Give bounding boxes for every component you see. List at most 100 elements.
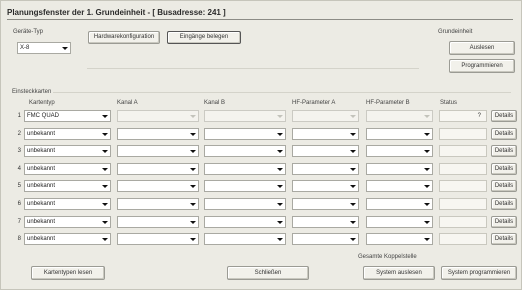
chevron-down-icon[interactable] — [349, 200, 357, 208]
chevron-down-icon[interactable] — [189, 182, 197, 190]
kanal-b-select[interactable] — [204, 128, 286, 140]
kanal-a-select[interactable] — [117, 233, 199, 245]
kanal-a-select[interactable] — [117, 163, 199, 175]
hf-parameter-b-select[interactable] — [366, 198, 433, 210]
kartentyp-value: unbekannt — [27, 166, 56, 172]
hf-parameter-b-select[interactable] — [366, 110, 433, 122]
system-programmieren-button[interactable]: System programmieren — [441, 266, 517, 280]
chevron-down-icon[interactable] — [189, 165, 197, 173]
kanal-a-select[interactable] — [117, 180, 199, 192]
kartentyp-select[interactable]: unbekannt — [24, 163, 111, 175]
chevron-down-icon[interactable] — [349, 182, 357, 190]
hf-parameter-a-select[interactable] — [292, 110, 359, 122]
kanal-a-select[interactable] — [117, 145, 199, 157]
chevron-down-icon[interactable] — [423, 165, 431, 173]
chevron-down-icon[interactable] — [423, 235, 431, 243]
hf-parameter-a-select[interactable] — [292, 128, 359, 140]
chevron-down-icon[interactable] — [276, 130, 284, 138]
chevron-down-icon[interactable] — [189, 147, 197, 155]
system-auslesen-button[interactable]: System auslesen — [363, 266, 435, 280]
kanal-b-select[interactable] — [204, 216, 286, 228]
chevron-down-icon[interactable] — [423, 218, 431, 226]
hf-parameter-b-select[interactable] — [366, 145, 433, 157]
kanal-b-select[interactable] — [204, 163, 286, 175]
chevron-down-icon[interactable] — [101, 165, 109, 173]
kanal-b-select[interactable] — [204, 110, 286, 122]
hf-parameter-b-select[interactable] — [366, 128, 433, 140]
chevron-down-icon[interactable] — [189, 112, 197, 120]
hf-parameter-a-select[interactable] — [292, 233, 359, 245]
chevron-down-icon[interactable] — [276, 147, 284, 155]
chevron-down-icon[interactable] — [276, 182, 284, 190]
hf-parameter-a-select[interactable] — [292, 145, 359, 157]
grundeinheit-programmieren-button[interactable]: Programmieren — [449, 59, 515, 73]
chevron-down-icon[interactable] — [349, 235, 357, 243]
chevron-down-icon[interactable] — [189, 200, 197, 208]
chevron-down-icon[interactable] — [423, 112, 431, 120]
hf-parameter-a-select[interactable] — [292, 198, 359, 210]
chevron-down-icon[interactable] — [349, 218, 357, 226]
chevron-down-icon[interactable] — [349, 165, 357, 173]
hf-parameter-b-select[interactable] — [366, 180, 433, 192]
chevron-down-icon[interactable] — [276, 112, 284, 120]
chevron-down-icon[interactable] — [276, 235, 284, 243]
kartentypen-lesen-button[interactable]: Kartentypen lesen — [31, 266, 105, 280]
kanal-a-select[interactable] — [117, 216, 199, 228]
chevron-down-icon[interactable] — [189, 235, 197, 243]
chevron-down-icon[interactable] — [276, 165, 284, 173]
kanal-b-select[interactable] — [204, 145, 286, 157]
chevron-down-icon[interactable] — [276, 218, 284, 226]
chevron-down-icon[interactable] — [101, 235, 109, 243]
hf-parameter-a-select[interactable] — [292, 163, 359, 175]
details-button[interactable]: Details — [491, 233, 517, 245]
details-button[interactable]: Details — [491, 110, 517, 122]
kanal-a-select[interactable] — [117, 198, 199, 210]
kanal-b-select[interactable] — [204, 180, 286, 192]
chevron-down-icon[interactable] — [349, 112, 357, 120]
details-button[interactable]: Details — [491, 216, 517, 228]
kanal-b-select[interactable] — [204, 233, 286, 245]
kartentyp-select[interactable]: FMC QUAD — [24, 110, 111, 122]
chevron-down-icon[interactable] — [423, 147, 431, 155]
grundeinheit-auslesen-button[interactable]: Auslesen — [449, 41, 515, 55]
kanal-a-select[interactable] — [117, 128, 199, 140]
details-button[interactable]: Details — [491, 180, 517, 192]
hf-parameter-a-select[interactable] — [292, 216, 359, 228]
chevron-down-icon[interactable] — [423, 182, 431, 190]
kartentyp-select[interactable]: unbekannt — [24, 180, 111, 192]
chevron-down-icon[interactable] — [349, 130, 357, 138]
kartentyp-select[interactable]: unbekannt — [24, 216, 111, 228]
schliessen-button[interactable]: Schließen — [227, 266, 309, 280]
hf-parameter-b-select[interactable] — [366, 233, 433, 245]
details-button[interactable]: Details — [491, 145, 517, 157]
chevron-down-icon[interactable] — [101, 130, 109, 138]
hf-parameter-b-select[interactable] — [366, 216, 433, 228]
chevron-down-icon[interactable] — [349, 147, 357, 155]
chevron-down-icon[interactable] — [189, 218, 197, 226]
chevron-down-icon[interactable] — [423, 200, 431, 208]
kartentyp-select[interactable]: unbekannt — [24, 145, 111, 157]
kartentyp-select[interactable]: unbekannt — [24, 128, 111, 140]
kanal-b-select[interactable] — [204, 198, 286, 210]
chevron-down-icon[interactable] — [101, 112, 109, 120]
kartentyp-select[interactable]: unbekannt — [24, 198, 111, 210]
status-field — [439, 233, 487, 245]
hf-parameter-b-select[interactable] — [366, 163, 433, 175]
chevron-down-icon[interactable] — [423, 130, 431, 138]
chevron-down-icon[interactable] — [101, 182, 109, 190]
chevron-down-icon[interactable] — [101, 200, 109, 208]
eingaenge-belegen-button[interactable]: Eingänge belegen — [167, 31, 241, 44]
geraete-typ-select[interactable]: X-8 — [17, 42, 71, 54]
kanal-a-select[interactable] — [117, 110, 199, 122]
chevron-down-icon[interactable] — [101, 147, 109, 155]
hf-parameter-a-select[interactable] — [292, 180, 359, 192]
hardware-config-button[interactable]: Hardwarekonfiguration — [88, 31, 160, 44]
details-button[interactable]: Details — [491, 198, 517, 210]
kartentyp-select[interactable]: unbekannt — [24, 233, 111, 245]
details-button[interactable]: Details — [491, 163, 517, 175]
details-button[interactable]: Details — [491, 128, 517, 140]
chevron-down-icon[interactable] — [101, 218, 109, 226]
chevron-down-icon[interactable] — [276, 200, 284, 208]
chevron-down-icon[interactable] — [189, 130, 197, 138]
chevron-down-icon[interactable] — [61, 44, 69, 52]
